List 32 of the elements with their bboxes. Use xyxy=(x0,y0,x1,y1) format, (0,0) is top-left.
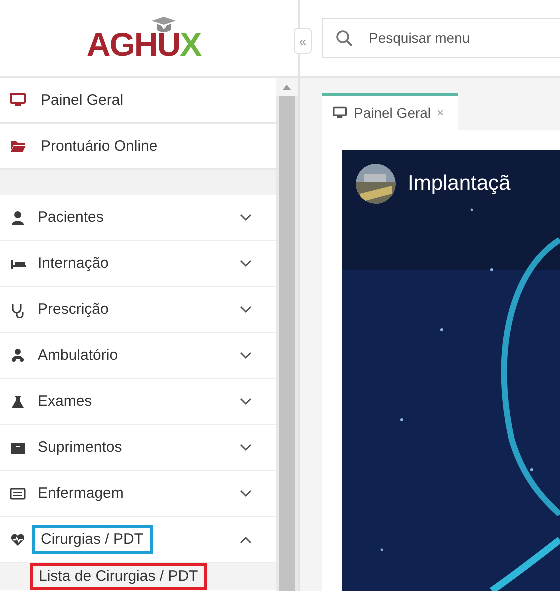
menu-label[interactable]: Suprimentos xyxy=(32,436,128,459)
folder-icon xyxy=(10,138,26,154)
chevron-down-icon[interactable] xyxy=(240,214,252,222)
chevron-down-icon[interactable] xyxy=(240,398,252,406)
graduation-cap-icon xyxy=(151,16,177,34)
menu-label[interactable]: Prescrição xyxy=(32,298,115,321)
tab[interactable]: Painel Geral × xyxy=(322,93,458,130)
chevron-down-icon[interactable] xyxy=(240,306,252,314)
chevron-up-icon[interactable] xyxy=(240,536,252,544)
chevron-down-icon[interactable] xyxy=(240,490,252,498)
chevron-down-icon[interactable] xyxy=(240,352,252,360)
scrollbar[interactable] xyxy=(276,78,298,591)
menu-label[interactable]: Enfermagem xyxy=(32,482,130,505)
flask-icon xyxy=(10,394,26,410)
heartbeat-icon xyxy=(10,532,26,548)
search-field[interactable]: Pesquisar menu xyxy=(322,18,560,58)
submenu-item[interactable]: Lista de Cirurgias / PDT xyxy=(30,563,208,590)
stethoscope-icon xyxy=(10,302,26,318)
chevron-down-icon[interactable] xyxy=(240,260,252,268)
user-icon xyxy=(10,210,26,226)
logo: AGHUX xyxy=(86,28,202,60)
menu-label[interactable]: Ambulatório xyxy=(32,344,124,367)
menu-label[interactable]: Pacientes xyxy=(32,206,110,229)
users-icon xyxy=(10,348,26,364)
monitor-icon xyxy=(332,106,348,120)
highlighted-menu-label[interactable]: Cirurgias / PDT xyxy=(32,525,153,554)
keyboard-icon xyxy=(10,486,26,502)
scroll-up-icon[interactable] xyxy=(283,84,291,90)
monitor-icon xyxy=(10,92,26,108)
menu-label[interactable]: Exames xyxy=(32,390,98,413)
chevron-down-icon[interactable] xyxy=(240,444,252,452)
menu-label[interactable]: Internação xyxy=(32,252,115,275)
